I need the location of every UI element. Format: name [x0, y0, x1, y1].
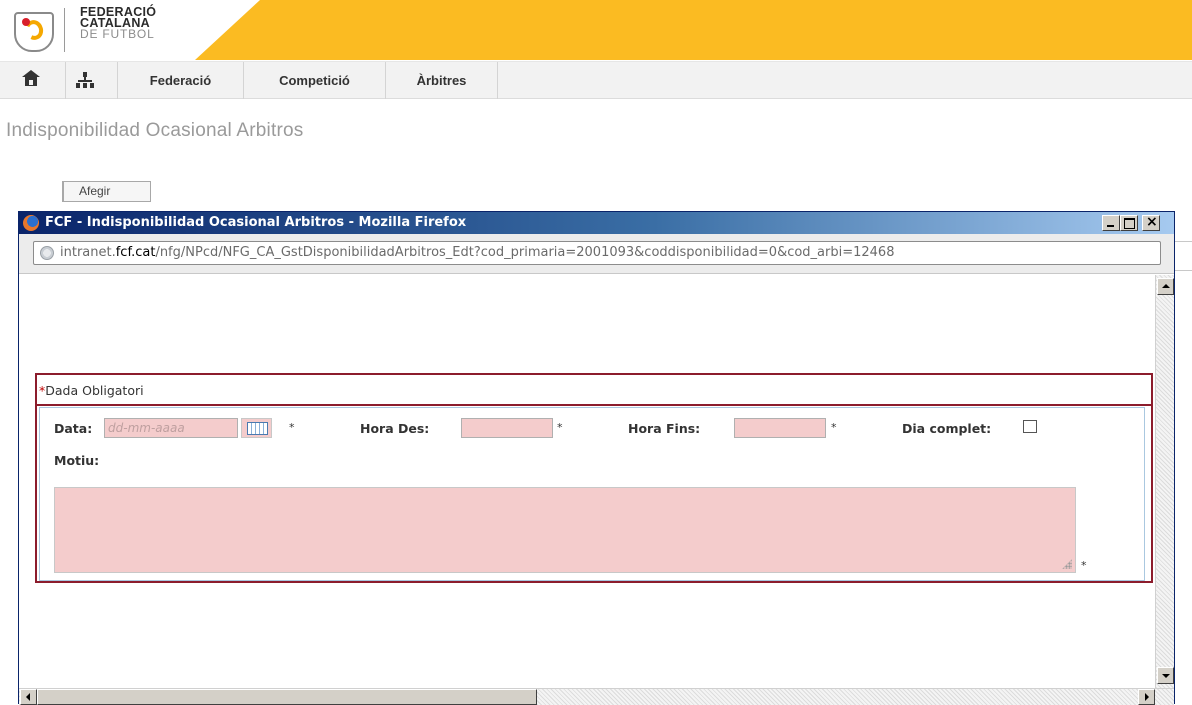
- form-fieldset: Data: dd-mm-aaaa * Hora Des: * Hora Fins…: [39, 407, 1145, 581]
- motiu-textarea[interactable]: [54, 487, 1076, 573]
- nav-item-arbitres[interactable]: Àrbitres: [386, 62, 498, 99]
- popup-content: *Dada Obligatori Data: dd-mm-aaaa * Hora…: [19, 275, 1155, 688]
- popup-window: FCF - Indisponibilidad Ocasional Arbitro…: [18, 211, 1175, 705]
- hora-des-input[interactable]: [461, 418, 553, 438]
- hora-fins-input[interactable]: [734, 418, 826, 438]
- nav-item-competicio[interactable]: Competició: [244, 62, 386, 99]
- date-required-star: *: [289, 421, 295, 434]
- date-input[interactable]: dd-mm-aaaa: [104, 418, 238, 438]
- maximize-button[interactable]: [1120, 215, 1138, 231]
- motiu-required-star: *: [1081, 559, 1087, 572]
- data-label: Data:: [54, 421, 93, 436]
- window-titlebar[interactable]: FCF - Indisponibilidad Ocasional Arbitro…: [19, 212, 1174, 234]
- logo[interactable]: FEDERACIÓ CATALANA DE FUTBOL: [0, 0, 195, 60]
- hora-fins-label: Hora Fins:: [628, 421, 701, 436]
- resize-grip-icon[interactable]: [1062, 559, 1072, 569]
- address-bar[interactable]: intranet.fcf.cat/nfg/NPcd/NFG_CA_GstDisp…: [33, 241, 1161, 265]
- globe-icon: [40, 246, 54, 260]
- add-button[interactable]: Afegir: [62, 181, 151, 202]
- hora-des-required-star: *: [557, 421, 563, 434]
- dia-complet-label: Dia complet:: [902, 421, 992, 436]
- required-note: *Dada Obligatori: [39, 383, 144, 398]
- nav-item-federacio[interactable]: Federació: [118, 62, 244, 99]
- scroll-up-button[interactable]: [1157, 278, 1174, 295]
- main-nav: Federació Competició Àrbitres: [0, 61, 1192, 99]
- page-title: Indisponibilidad Ocasional Arbitros: [6, 120, 304, 141]
- minimize-button[interactable]: [1102, 215, 1120, 231]
- vertical-scrollbar[interactable]: [1155, 275, 1174, 688]
- scroll-left-button[interactable]: [20, 689, 37, 705]
- logo-line-3: DE FUTBOL: [80, 27, 155, 41]
- close-icon: ×: [1146, 214, 1158, 230]
- address-bar-area: intranet.fcf.cat/nfg/NPcd/NFG_CA_GstDisp…: [19, 234, 1174, 274]
- close-button[interactable]: ×: [1142, 214, 1160, 231]
- motiu-label: Motiu:: [54, 453, 100, 468]
- dia-complet-checkbox[interactable]: [1023, 420, 1037, 433]
- scroll-right-button[interactable]: [1138, 689, 1155, 705]
- nav-home[interactable]: [0, 62, 66, 99]
- window-title: FCF - Indisponibilidad Ocasional Arbitro…: [45, 215, 467, 230]
- form-container: *Dada Obligatori Data: dd-mm-aaaa * Hora…: [35, 373, 1153, 583]
- hora-des-label: Hora Des:: [360, 421, 430, 436]
- url-text: intranet.fcf.cat/nfg/NPcd/NFG_CA_GstDisp…: [60, 245, 895, 260]
- logo-shield-icon: [14, 12, 54, 52]
- home-icon: [22, 70, 40, 86]
- sitemap-icon: [76, 72, 94, 90]
- calendar-icon[interactable]: [241, 418, 272, 438]
- scroll-down-button[interactable]: [1157, 667, 1174, 684]
- hora-fins-required-star: *: [831, 421, 837, 434]
- firefox-icon: [23, 215, 39, 231]
- horizontal-scrollbar[interactable]: [19, 688, 1174, 705]
- horizontal-scroll-thumb[interactable]: [37, 689, 537, 705]
